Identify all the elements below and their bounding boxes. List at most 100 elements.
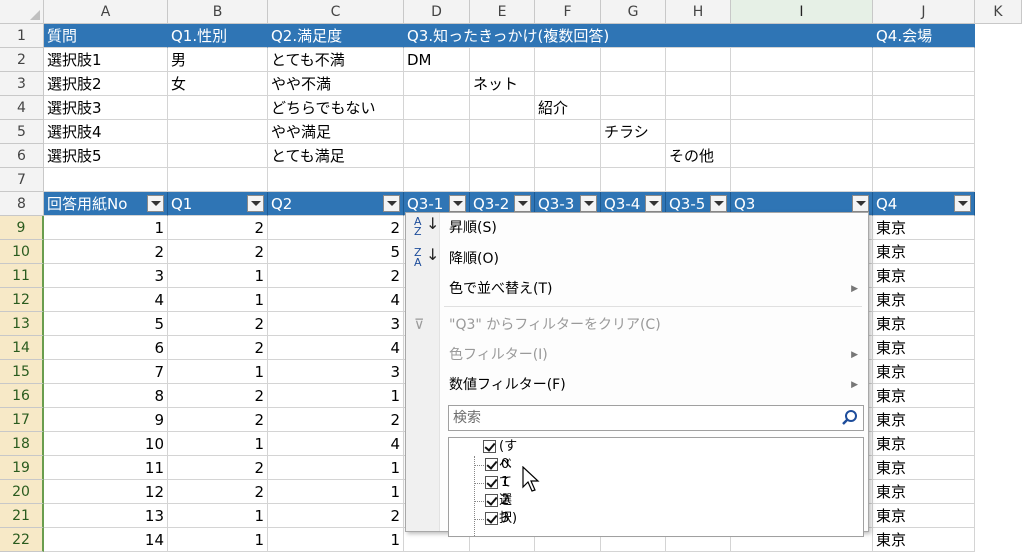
column-header-K[interactable]: K xyxy=(975,0,1022,24)
cell[interactable] xyxy=(666,168,731,192)
cell[interactable]: 3 xyxy=(268,360,404,384)
cell[interactable] xyxy=(268,168,404,192)
cell[interactable] xyxy=(731,144,873,168)
cell[interactable]: 2 xyxy=(168,480,268,504)
cell[interactable] xyxy=(731,48,873,72)
cell[interactable]: 1 xyxy=(268,480,404,504)
row-header-12[interactable]: 12 xyxy=(0,288,44,312)
row-header-8[interactable]: 8 xyxy=(0,192,44,216)
row-header-17[interactable]: 17 xyxy=(0,408,44,432)
row-header-16[interactable]: 16 xyxy=(0,384,44,408)
cell[interactable] xyxy=(873,72,975,96)
cell[interactable]: 2 xyxy=(168,408,268,432)
cell[interactable]: 2 xyxy=(168,384,268,408)
cell[interactable]: 東京 xyxy=(873,456,975,480)
cell[interactable]: Q3.知ったきっかけ(複数回答) xyxy=(404,24,873,48)
cell[interactable]: 2 xyxy=(168,240,268,264)
row-header-19[interactable]: 19 xyxy=(0,456,44,480)
cell[interactable] xyxy=(535,144,601,168)
table-header-Q4[interactable]: Q4 xyxy=(873,192,975,216)
cell[interactable]: 2 xyxy=(268,408,404,432)
cell[interactable]: 2 xyxy=(168,336,268,360)
cell[interactable]: 東京 xyxy=(873,264,975,288)
cell[interactable]: 2 xyxy=(268,264,404,288)
row-header-21[interactable]: 21 xyxy=(0,504,44,528)
cell[interactable] xyxy=(404,168,470,192)
cell[interactable]: 東京 xyxy=(873,384,975,408)
cell[interactable]: 東京 xyxy=(873,480,975,504)
cell[interactable]: DM xyxy=(404,48,470,72)
cell[interactable]: 東京 xyxy=(873,336,975,360)
cell[interactable]: 4 xyxy=(268,288,404,312)
checkbox-checked[interactable] xyxy=(485,458,498,471)
filter-dropdown-button[interactable] xyxy=(710,195,727,212)
cell[interactable] xyxy=(666,120,731,144)
checkbox-checked[interactable] xyxy=(485,512,498,525)
row-header-3[interactable]: 3 xyxy=(0,72,44,96)
cell[interactable]: 4 xyxy=(268,432,404,456)
cell[interactable]: やや不満 xyxy=(268,72,404,96)
column-header-E[interactable]: E xyxy=(470,0,535,24)
cell[interactable]: 10 xyxy=(44,432,168,456)
cell[interactable] xyxy=(168,144,268,168)
column-header-B[interactable]: B xyxy=(168,0,268,24)
cell[interactable] xyxy=(168,120,268,144)
row-header-5[interactable]: 5 xyxy=(0,120,44,144)
cell[interactable] xyxy=(873,120,975,144)
cell[interactable]: 1 xyxy=(44,216,168,240)
cell[interactable]: 2 xyxy=(268,504,404,528)
checkbox-checked[interactable] xyxy=(485,476,498,489)
cell[interactable]: Q2.満足度 xyxy=(268,24,404,48)
row-header-4[interactable]: 4 xyxy=(0,96,44,120)
cell[interactable] xyxy=(168,96,268,120)
row-header-13[interactable]: 13 xyxy=(0,312,44,336)
filter-dropdown-button[interactable] xyxy=(383,195,400,212)
cell[interactable] xyxy=(404,120,470,144)
cell[interactable]: とても満足 xyxy=(268,144,404,168)
cell[interactable]: 1 xyxy=(168,288,268,312)
filter-dropdown-button[interactable] xyxy=(580,195,597,212)
cell[interactable]: やや満足 xyxy=(268,120,404,144)
cell[interactable] xyxy=(666,96,731,120)
cell[interactable]: 1 xyxy=(268,384,404,408)
filter-dropdown-button[interactable] xyxy=(645,195,662,212)
cell[interactable] xyxy=(535,168,601,192)
cell[interactable]: 4 xyxy=(44,288,168,312)
cell[interactable]: 1 xyxy=(168,360,268,384)
cell[interactable]: 3 xyxy=(268,312,404,336)
row-header-7[interactable]: 7 xyxy=(0,168,44,192)
sort-descending-item[interactable]: Z A ↓ 降順(O) xyxy=(406,246,868,272)
cell[interactable]: 東京 xyxy=(873,360,975,384)
column-header-A[interactable]: A xyxy=(44,0,168,24)
cell[interactable]: 9 xyxy=(44,408,168,432)
cell[interactable] xyxy=(666,72,731,96)
cell[interactable] xyxy=(470,96,535,120)
cell[interactable]: チラシ xyxy=(601,120,666,144)
cell[interactable]: 東京 xyxy=(873,240,975,264)
cell[interactable]: 紹介 xyxy=(535,96,601,120)
cell[interactable]: 1 xyxy=(268,456,404,480)
row-header-10[interactable]: 10 xyxy=(0,240,44,264)
filter-value-list[interactable]: (すべて選択) 0 1 2 3 xyxy=(448,437,864,537)
cell[interactable]: 東京 xyxy=(873,288,975,312)
row-header-20[interactable]: 20 xyxy=(0,480,44,504)
row-header-9[interactable]: 9 xyxy=(0,216,44,240)
cell[interactable]: 選択肢1 xyxy=(44,48,168,72)
cell[interactable]: 2 xyxy=(168,456,268,480)
cell[interactable]: 女 xyxy=(168,72,268,96)
cell[interactable] xyxy=(731,96,873,120)
cell[interactable]: 選択肢2 xyxy=(44,72,168,96)
cell[interactable]: 12 xyxy=(44,480,168,504)
cell[interactable]: その他 xyxy=(666,144,731,168)
filter-dropdown-button[interactable] xyxy=(147,195,164,212)
column-header-D[interactable]: D xyxy=(404,0,470,24)
sort-ascending-item[interactable]: A Z ↓ 昇順(S) xyxy=(406,215,868,241)
table-header-Q1[interactable]: Q1 xyxy=(168,192,268,216)
cell[interactable]: 質問 xyxy=(44,24,168,48)
cell[interactable] xyxy=(404,72,470,96)
table-header-Q2[interactable]: Q2 xyxy=(268,192,404,216)
row-header-18[interactable]: 18 xyxy=(0,432,44,456)
cell[interactable]: 5 xyxy=(268,240,404,264)
cell[interactable] xyxy=(666,48,731,72)
column-header-J[interactable]: J xyxy=(873,0,975,24)
